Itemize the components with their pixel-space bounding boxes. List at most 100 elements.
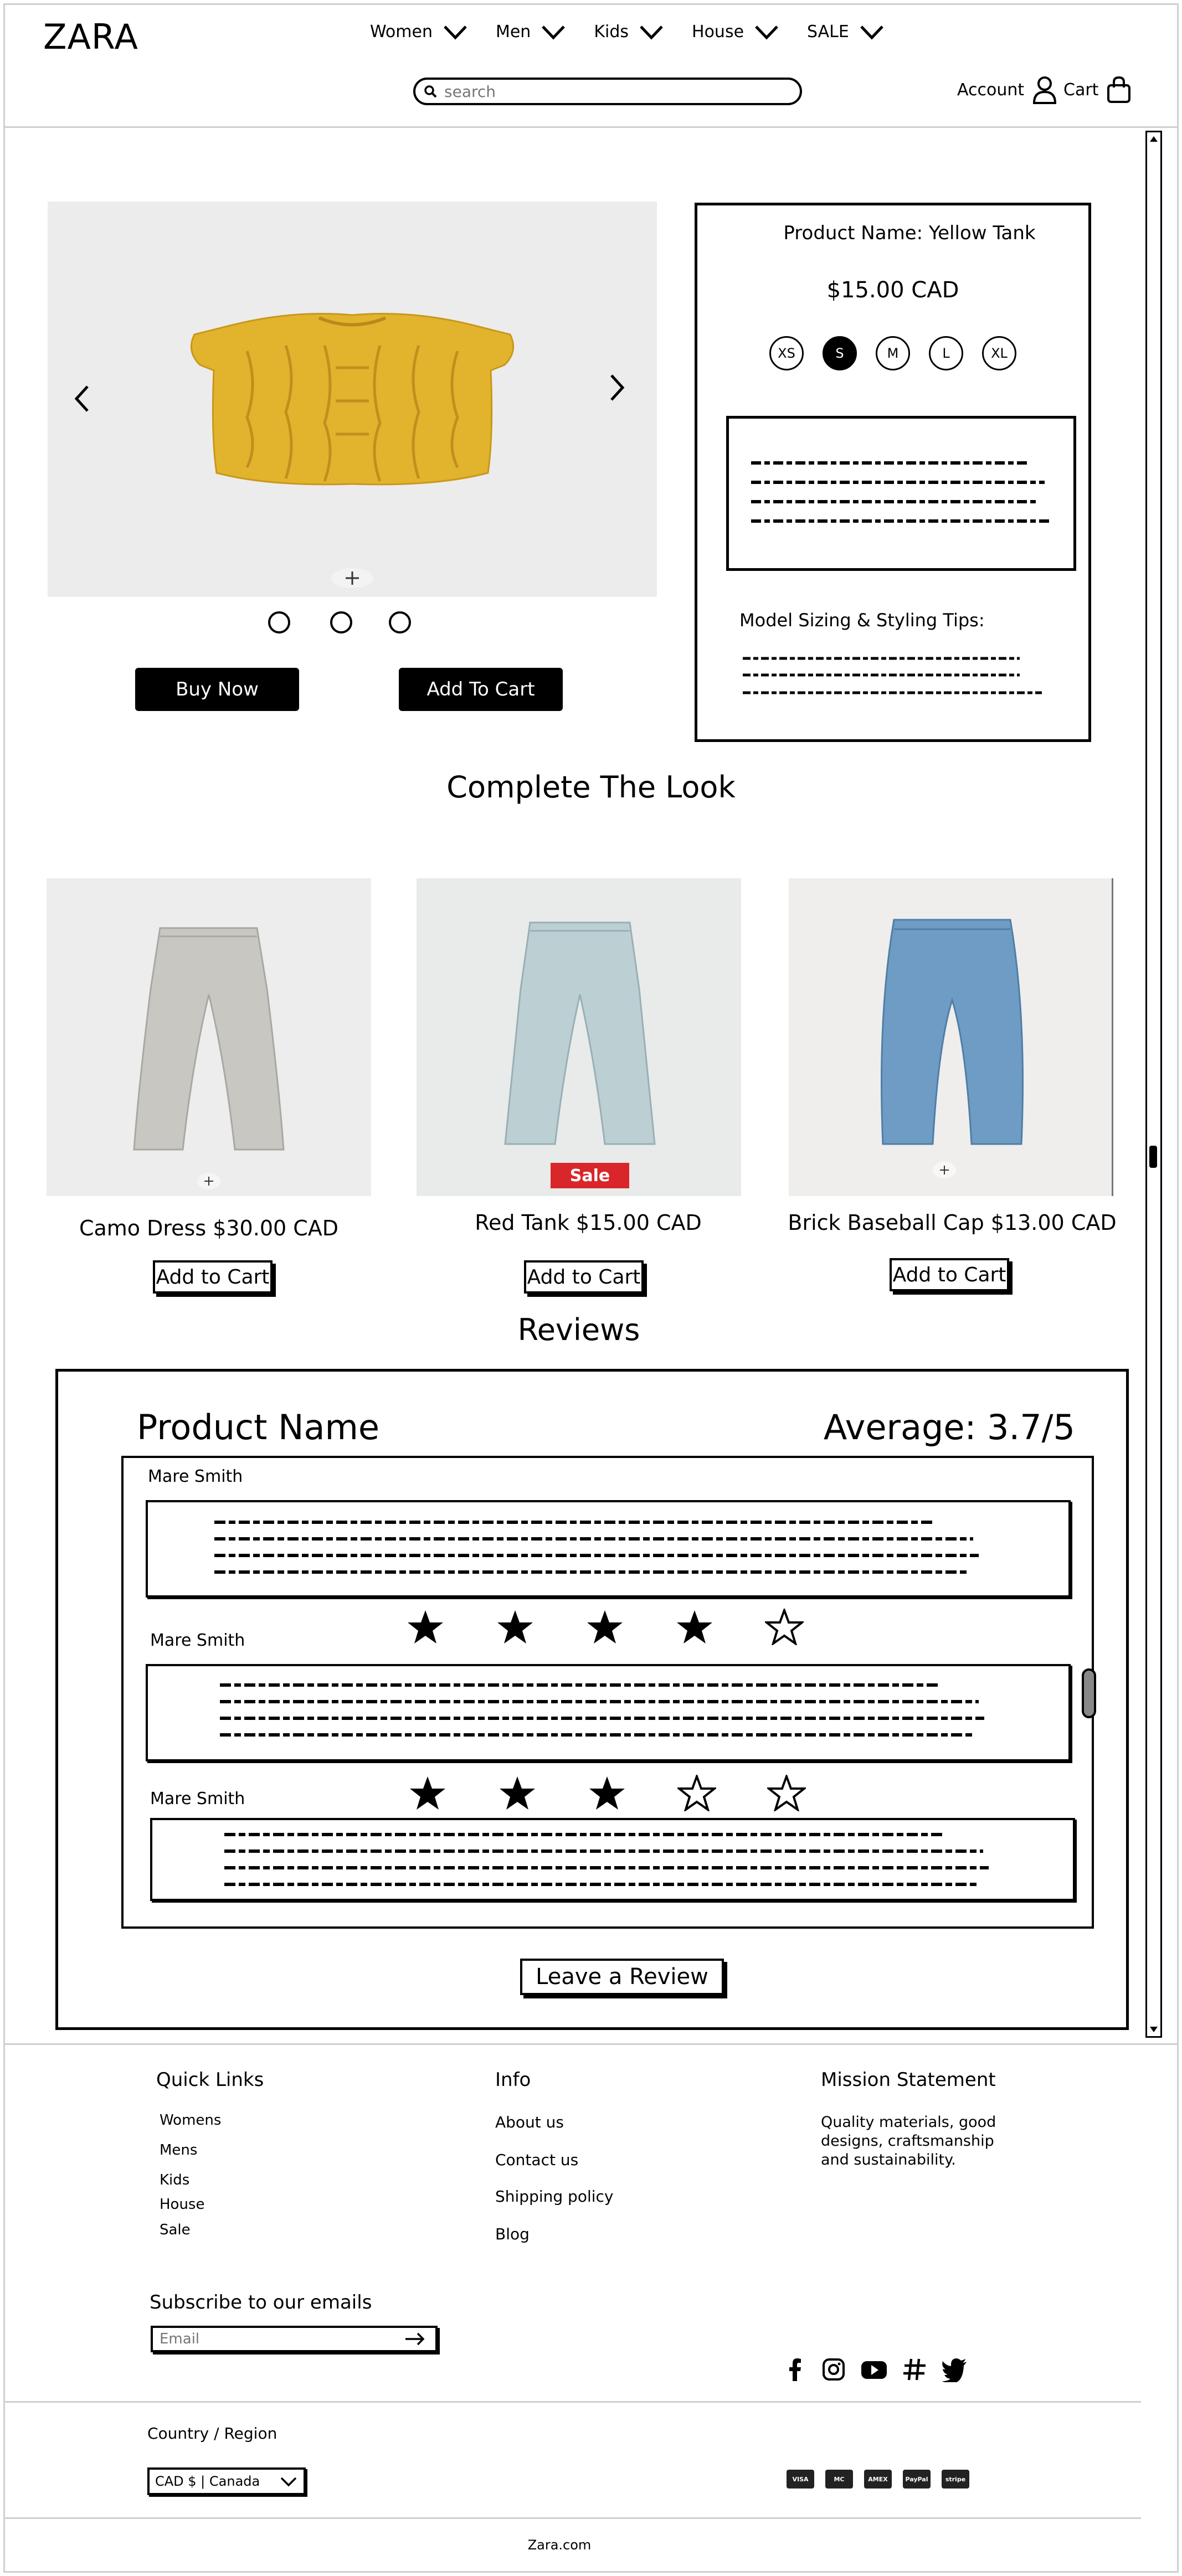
review-placeholder-text xyxy=(214,1521,979,1574)
chevron-right-icon[interactable] xyxy=(607,373,627,402)
review-text-2 xyxy=(146,1664,1071,1761)
star-filled-icon xyxy=(587,1610,623,1644)
copyright-text: Zara.com xyxy=(527,2537,592,2553)
product-image-carousel xyxy=(48,202,657,597)
carousel-dot-3[interactable] xyxy=(389,611,411,633)
cart-link[interactable]: Cart xyxy=(1063,75,1132,104)
reviews-scroll-handle[interactable] xyxy=(1082,1668,1096,1718)
facebook-icon[interactable] xyxy=(782,2357,808,2382)
star-filled-icon xyxy=(497,1610,533,1644)
look-add-to-cart-1[interactable]: Add to Cart xyxy=(153,1260,273,1294)
look-item-image-1[interactable] xyxy=(47,878,371,1196)
zoom-plus-icon[interactable] xyxy=(330,567,374,589)
footer-link-blog[interactable]: Blog xyxy=(495,2225,530,2243)
review-placeholder-text xyxy=(220,1683,984,1737)
nav-kids[interactable]: Kids xyxy=(594,22,664,42)
youtube-icon[interactable] xyxy=(860,2357,888,2382)
footer-divider xyxy=(3,2043,1179,2045)
footer-link-house[interactable]: House xyxy=(160,2196,204,2213)
zara-logo[interactable]: ZARA xyxy=(43,17,138,57)
twitter-icon[interactable] xyxy=(941,2357,968,2382)
styling-tips-placeholder-text xyxy=(743,657,1042,694)
zoom-plus-icon[interactable] xyxy=(932,1161,957,1179)
product-description xyxy=(726,416,1076,571)
chevron-left-icon[interactable] xyxy=(72,384,92,413)
payment-methods: VISA MC AMEX PayPal stripe xyxy=(787,2470,986,2492)
footer-link-kids[interactable]: Kids xyxy=(160,2172,189,2188)
look-item-label-3: Brick Baseball Cap $13.00 CAD xyxy=(788,1210,1117,1235)
size-s[interactable]: S xyxy=(823,336,857,370)
account-label: Account xyxy=(957,80,1025,100)
grey-jeans-image xyxy=(133,927,285,1151)
info-title: Info xyxy=(495,2069,531,2091)
footer-link-contact[interactable]: Contact us xyxy=(495,2151,578,2169)
nav-label: Kids xyxy=(594,22,629,42)
leave-review-button[interactable]: Leave a Review xyxy=(520,1959,724,1995)
size-m[interactable]: M xyxy=(876,336,910,370)
review-text-1 xyxy=(146,1500,1071,1598)
footer-link-mens[interactable]: Mens xyxy=(160,2142,197,2158)
blue-jeans-image xyxy=(881,919,1024,1145)
footer-link-sale[interactable]: Sale xyxy=(160,2222,191,2238)
look-item-label-2: Red Tank $15.00 CAD xyxy=(475,1210,702,1235)
footer-link-about[interactable]: About us xyxy=(495,2113,564,2131)
star-filled-icon xyxy=(408,1610,443,1644)
product-info-card: Product Name: Yellow Tank $15.00 CAD XS … xyxy=(695,203,1091,742)
mission-text: Quality materials, good designs, craftsm… xyxy=(821,2114,996,2168)
add-to-cart-button[interactable]: Add To Cart xyxy=(399,668,563,711)
footer-link-shipping[interactable]: Shipping policy xyxy=(495,2187,613,2206)
hashtag-icon[interactable] xyxy=(902,2357,927,2382)
chevron-down-icon xyxy=(860,25,883,40)
reviews-product-name: Product Name xyxy=(137,1407,380,1447)
email-input[interactable] xyxy=(153,2330,404,2348)
nav-sale[interactable]: SALE xyxy=(807,22,885,42)
review-rating-2 xyxy=(408,1775,806,1811)
reviews-panel: Product Name Average: 3.7/5 Mare Smith M… xyxy=(55,1369,1129,2030)
footer-link-womens[interactable]: Womens xyxy=(160,2112,221,2129)
size-l[interactable]: L xyxy=(929,336,963,370)
region-title: Country / Region xyxy=(147,2424,277,2443)
email-subscribe-field xyxy=(151,2326,438,2352)
chevron-down-icon xyxy=(444,25,467,40)
nav-label: Men xyxy=(495,22,531,42)
scrollbar[interactable] xyxy=(1145,131,1162,2038)
carousel-dot-1[interactable] xyxy=(268,611,290,633)
size-xs[interactable]: XS xyxy=(769,336,804,370)
scrollbar-thumb[interactable] xyxy=(1149,1146,1157,1168)
look-add-to-cart-3[interactable]: Add to Cart xyxy=(890,1258,1009,1291)
paypal-icon: PayPal xyxy=(903,2470,931,2489)
star-outline-icon xyxy=(677,1775,716,1811)
buy-now-button[interactable]: Buy Now xyxy=(135,668,299,711)
look-item-image-3[interactable] xyxy=(789,878,1113,1196)
reviews-list: Mare Smith Mare Smith Mare Smith xyxy=(121,1456,1094,1929)
region-value: CAD $ | Canada xyxy=(155,2474,260,2489)
account-link[interactable]: Account xyxy=(957,75,1057,104)
scroll-up-icon[interactable] xyxy=(1148,133,1159,145)
arrow-right-icon[interactable] xyxy=(404,2331,426,2347)
search-input[interactable] xyxy=(443,81,778,101)
instagram-icon[interactable] xyxy=(821,2357,846,2382)
look-add-to-cart-2[interactable]: Add to Cart xyxy=(524,1260,644,1294)
look-item-image-2[interactable]: Sale xyxy=(417,878,741,1196)
light-blue-jeans-image xyxy=(504,921,656,1145)
carousel-dot-2[interactable] xyxy=(330,611,352,633)
region-select[interactable]: CAD $ | Canada xyxy=(147,2467,306,2495)
star-filled-icon xyxy=(589,1776,625,1810)
nav-women[interactable]: Women xyxy=(370,22,468,42)
nav-men[interactable]: Men xyxy=(496,22,566,42)
subscribe-title: Subscribe to our emails xyxy=(150,2291,372,2314)
sale-badge: Sale xyxy=(551,1163,629,1188)
product-price: $15.00 CAD xyxy=(826,277,959,303)
reviews-title: Reviews xyxy=(517,1312,640,1347)
amex-icon: AMEX xyxy=(864,2470,892,2489)
zoom-plus-icon[interactable] xyxy=(196,1172,222,1191)
scroll-down-icon[interactable] xyxy=(1148,2024,1159,2035)
search-icon[interactable] xyxy=(423,84,438,99)
footer-divider-3 xyxy=(3,2517,1141,2519)
main-nav: Women Men Kids House SALE xyxy=(370,22,885,42)
chevron-down-icon xyxy=(755,25,778,40)
quick-links-title: Quick Links xyxy=(156,2069,264,2091)
size-xl[interactable]: XL xyxy=(982,336,1016,370)
nav-house[interactable]: House xyxy=(692,22,779,42)
styling-tips-title: Model Sizing & Styling Tips: xyxy=(739,610,985,631)
